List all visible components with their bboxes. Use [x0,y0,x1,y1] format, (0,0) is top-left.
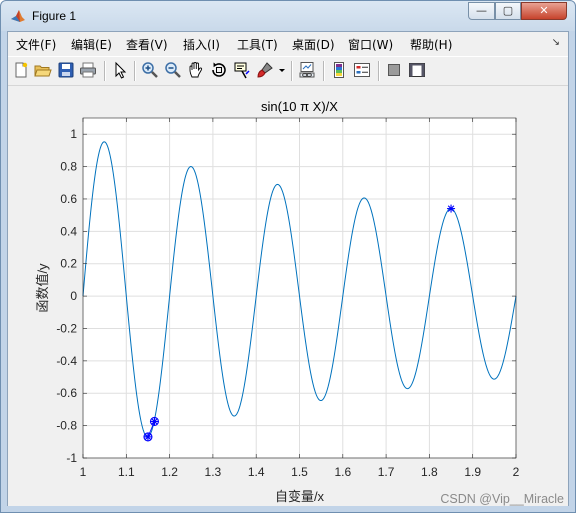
y-tick-label: -0.8 [56,419,77,433]
y-axis-label: 函数值/y [35,263,50,313]
figure-client-area: 文件(F) 编辑(E) 查看(V) 插入(I) 工具(T) 桌面(D) 窗口(W… [7,31,569,506]
x-tick-label: 1.6 [334,465,351,479]
chart-title: sin(10 π X)/X [261,99,338,114]
plot-svg[interactable]: 1 1.1 1.2 1.3 1.4 1.5 1.6 1.7 1.8 1.9 2 -1 -0.8 -0.6 -… [2,2,576,513]
x-tick-label: 1.3 [205,465,222,479]
x-tick-label: 1 [80,465,87,479]
x-tick-label: 1.1 [118,465,135,479]
y-tick-label: 1 [70,127,77,141]
x-tick-label: 1.7 [378,465,395,479]
y-tick-label: 0.4 [60,224,77,238]
y-tick-label: 0.2 [60,257,77,271]
star-marker [447,204,456,213]
y-tick-label: -1 [66,451,77,465]
y-tick-label: -0.6 [56,386,77,400]
y-tick-label: -0.2 [56,321,77,335]
watermark: CSDN @Vip__Miracle [440,492,564,506]
x-tick-label: 2 [513,465,520,479]
y-tick-label: 0.8 [60,160,77,174]
y-tick-label: -0.4 [56,354,77,368]
x-tick-label: 1.4 [248,465,265,479]
x-axis-label: 自变量/x [275,489,325,504]
figure-window: Figure 1 — ▢ ✕ 文件(F) 编辑(E) 查看(V) 插入(I) 工… [0,0,576,513]
star-marker [150,417,159,426]
x-tick-label: 1.5 [291,465,308,479]
x-tick-label: 1.8 [421,465,438,479]
y-tick-label: 0 [70,289,77,303]
y-tick-label: 0.6 [60,192,77,206]
figure-canvas[interactable]: 1 1.1 1.2 1.3 1.4 1.5 1.6 1.7 1.8 1.9 2 -1 -0.8 -0.6 -… [8,86,568,506]
x-tick-label: 1.9 [464,465,481,479]
x-tick-label: 1.2 [161,465,178,479]
star-marker [143,432,152,441]
